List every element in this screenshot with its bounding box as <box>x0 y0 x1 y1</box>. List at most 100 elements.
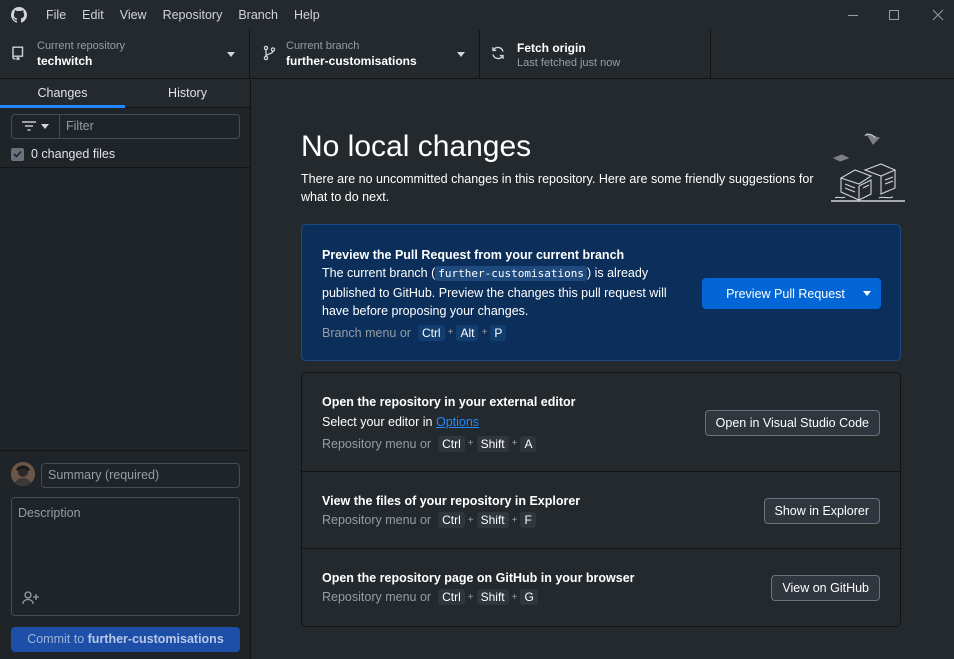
key-ctrl: Ctrl <box>438 512 465 528</box>
pull-request-text-before: The current branch ( <box>322 266 436 280</box>
menu-repository[interactable]: Repository <box>155 0 231 30</box>
select-all-checkbox[interactable] <box>11 147 24 161</box>
suggestions-list: Open the repository in your external edi… <box>301 372 901 627</box>
filter-icon <box>22 120 36 134</box>
shortcut-prefix: Repository menu or <box>322 513 432 527</box>
explorer-suggestion: View the files of your repository in Exp… <box>302 472 900 549</box>
repo-icon <box>10 45 26 61</box>
key-g: G <box>520 589 538 605</box>
chevron-down-icon <box>41 124 49 129</box>
page-subtitle: There are no uncommitted changes in this… <box>301 172 814 204</box>
chevron-down-icon <box>227 52 235 57</box>
view-on-github-button[interactable]: View on GitHub <box>771 575 880 601</box>
branch-label: Current branch <box>286 40 360 52</box>
key-ctrl: Ctrl <box>417 324 445 341</box>
commit-panel: Summary (required) Description Commit to… <box>0 450 250 659</box>
menu-help[interactable]: Help <box>286 0 328 30</box>
editor-title: Open the repository in your external edi… <box>322 395 576 409</box>
pull-request-description: The current branch (further-customisatio… <box>322 264 692 321</box>
changed-files-count: 0 changed files <box>31 147 116 161</box>
repository-selector[interactable]: Current repository techwitch <box>0 30 250 79</box>
empty-state-illustration <box>829 128 905 204</box>
plus-icon: + <box>447 327 454 338</box>
fetch-status: Last fetched just now <box>517 57 621 69</box>
sidebar-tabs: Changes History <box>0 80 250 108</box>
plus-icon: + <box>511 591 518 603</box>
key-ctrl: Ctrl <box>438 589 465 605</box>
commit-button[interactable]: Commit to further-customisations <box>11 627 240 652</box>
chevron-down-icon[interactable] <box>863 291 871 296</box>
divider <box>0 167 250 168</box>
github-logo-icon <box>0 0 38 30</box>
shortcut-prefix: Repository menu or <box>322 436 432 451</box>
preview-pull-request-label: Preview Pull Request <box>726 286 845 301</box>
github-suggestion: Open the repository page on GitHub in yo… <box>302 549 900 626</box>
key-ctrl: Ctrl <box>438 435 465 452</box>
close-icon[interactable] <box>915 0 954 30</box>
filter-bar: Filter <box>11 114 240 139</box>
description-placeholder: Description <box>18 506 81 520</box>
plus-icon: + <box>467 514 474 526</box>
main-content: No local changes There are no uncommitte… <box>251 80 954 659</box>
sync-icon <box>490 45 506 61</box>
shortcut-prefix: Repository menu or <box>322 590 432 604</box>
github-shortcut: Repository menu or Ctrl + Shift + G <box>322 589 635 605</box>
commit-branch: further-customisations <box>87 632 224 646</box>
key-f: F <box>520 512 536 528</box>
commit-prefix: Commit to <box>27 632 85 646</box>
show-in-explorer-button[interactable]: Show in Explorer <box>763 498 880 524</box>
add-coauthor-icon[interactable] <box>22 590 40 606</box>
menu-view[interactable]: View <box>112 0 155 30</box>
filter-input[interactable]: Filter <box>60 115 239 138</box>
plus-icon: + <box>481 327 488 338</box>
editor-text: Select your editor in <box>322 415 433 429</box>
pull-request-card: Preview the Pull Request from your curre… <box>301 224 901 361</box>
summary-input[interactable]: Summary (required) <box>41 463 240 488</box>
editor-description: Select your editor in Options <box>322 413 576 432</box>
key-shift: Shift <box>476 512 509 528</box>
open-in-editor-button[interactable]: Open in Visual Studio Code <box>704 410 880 436</box>
fetch-origin-button[interactable]: Fetch origin Last fetched just now <box>480 30 711 79</box>
repository-name: techwitch <box>37 54 93 68</box>
minimize-icon[interactable] <box>830 0 876 30</box>
menu-edit[interactable]: Edit <box>74 0 112 30</box>
key-shift: Shift <box>476 435 509 452</box>
key-a: A <box>520 435 537 452</box>
pull-request-shortcut: Branch menu or Ctrl + Alt + P <box>322 324 692 341</box>
explorer-shortcut: Repository menu or Ctrl + Shift + F <box>322 512 580 528</box>
key-p: P <box>490 324 507 341</box>
options-link[interactable]: Options <box>436 415 479 429</box>
title-bar: File Edit View Repository Branch Help <box>0 0 954 30</box>
tab-history[interactable]: History <box>125 80 250 107</box>
plus-icon: + <box>467 591 474 603</box>
preview-pull-request-button[interactable]: Preview Pull Request <box>702 278 881 309</box>
description-field[interactable]: Description <box>11 497 240 616</box>
select-all-row: 0 changed files <box>11 146 115 162</box>
maximize-icon[interactable] <box>871 0 917 30</box>
fetch-title: Fetch origin <box>517 41 586 55</box>
filter-options-button[interactable] <box>12 115 60 138</box>
plus-icon: + <box>511 514 518 526</box>
menu-bar: File Edit View Repository Branch Help <box>38 0 328 30</box>
menu-file[interactable]: File <box>38 0 74 30</box>
key-alt: Alt <box>456 324 479 341</box>
editor-suggestion: Open the repository in your external edi… <box>302 373 900 472</box>
git-branch-icon <box>262 45 278 61</box>
tab-changes[interactable]: Changes <box>0 80 125 108</box>
sidebar: Changes History Filter 0 changed files S… <box>0 80 251 659</box>
avatar <box>11 462 35 486</box>
page-title: No local changes <box>301 130 532 163</box>
key-shift: Shift <box>476 589 509 605</box>
explorer-title: View the files of your repository in Exp… <box>322 494 581 508</box>
pull-request-title: Preview the Pull Request from your curre… <box>322 248 625 262</box>
editor-shortcut: Repository menu or Ctrl + Shift + A <box>322 435 576 452</box>
branch-code: further-customisations <box>435 266 587 281</box>
toolbar: Current repository techwitch Current bra… <box>0 30 954 79</box>
plus-icon: + <box>467 438 474 449</box>
repository-label: Current repository <box>37 40 126 52</box>
shortcut-prefix: Branch menu or <box>322 325 411 340</box>
branch-selector[interactable]: Current branch further-customisations <box>250 30 480 79</box>
plus-icon: + <box>511 438 518 449</box>
github-title: Open the repository page on GitHub in yo… <box>322 571 635 585</box>
menu-branch[interactable]: Branch <box>230 0 286 30</box>
